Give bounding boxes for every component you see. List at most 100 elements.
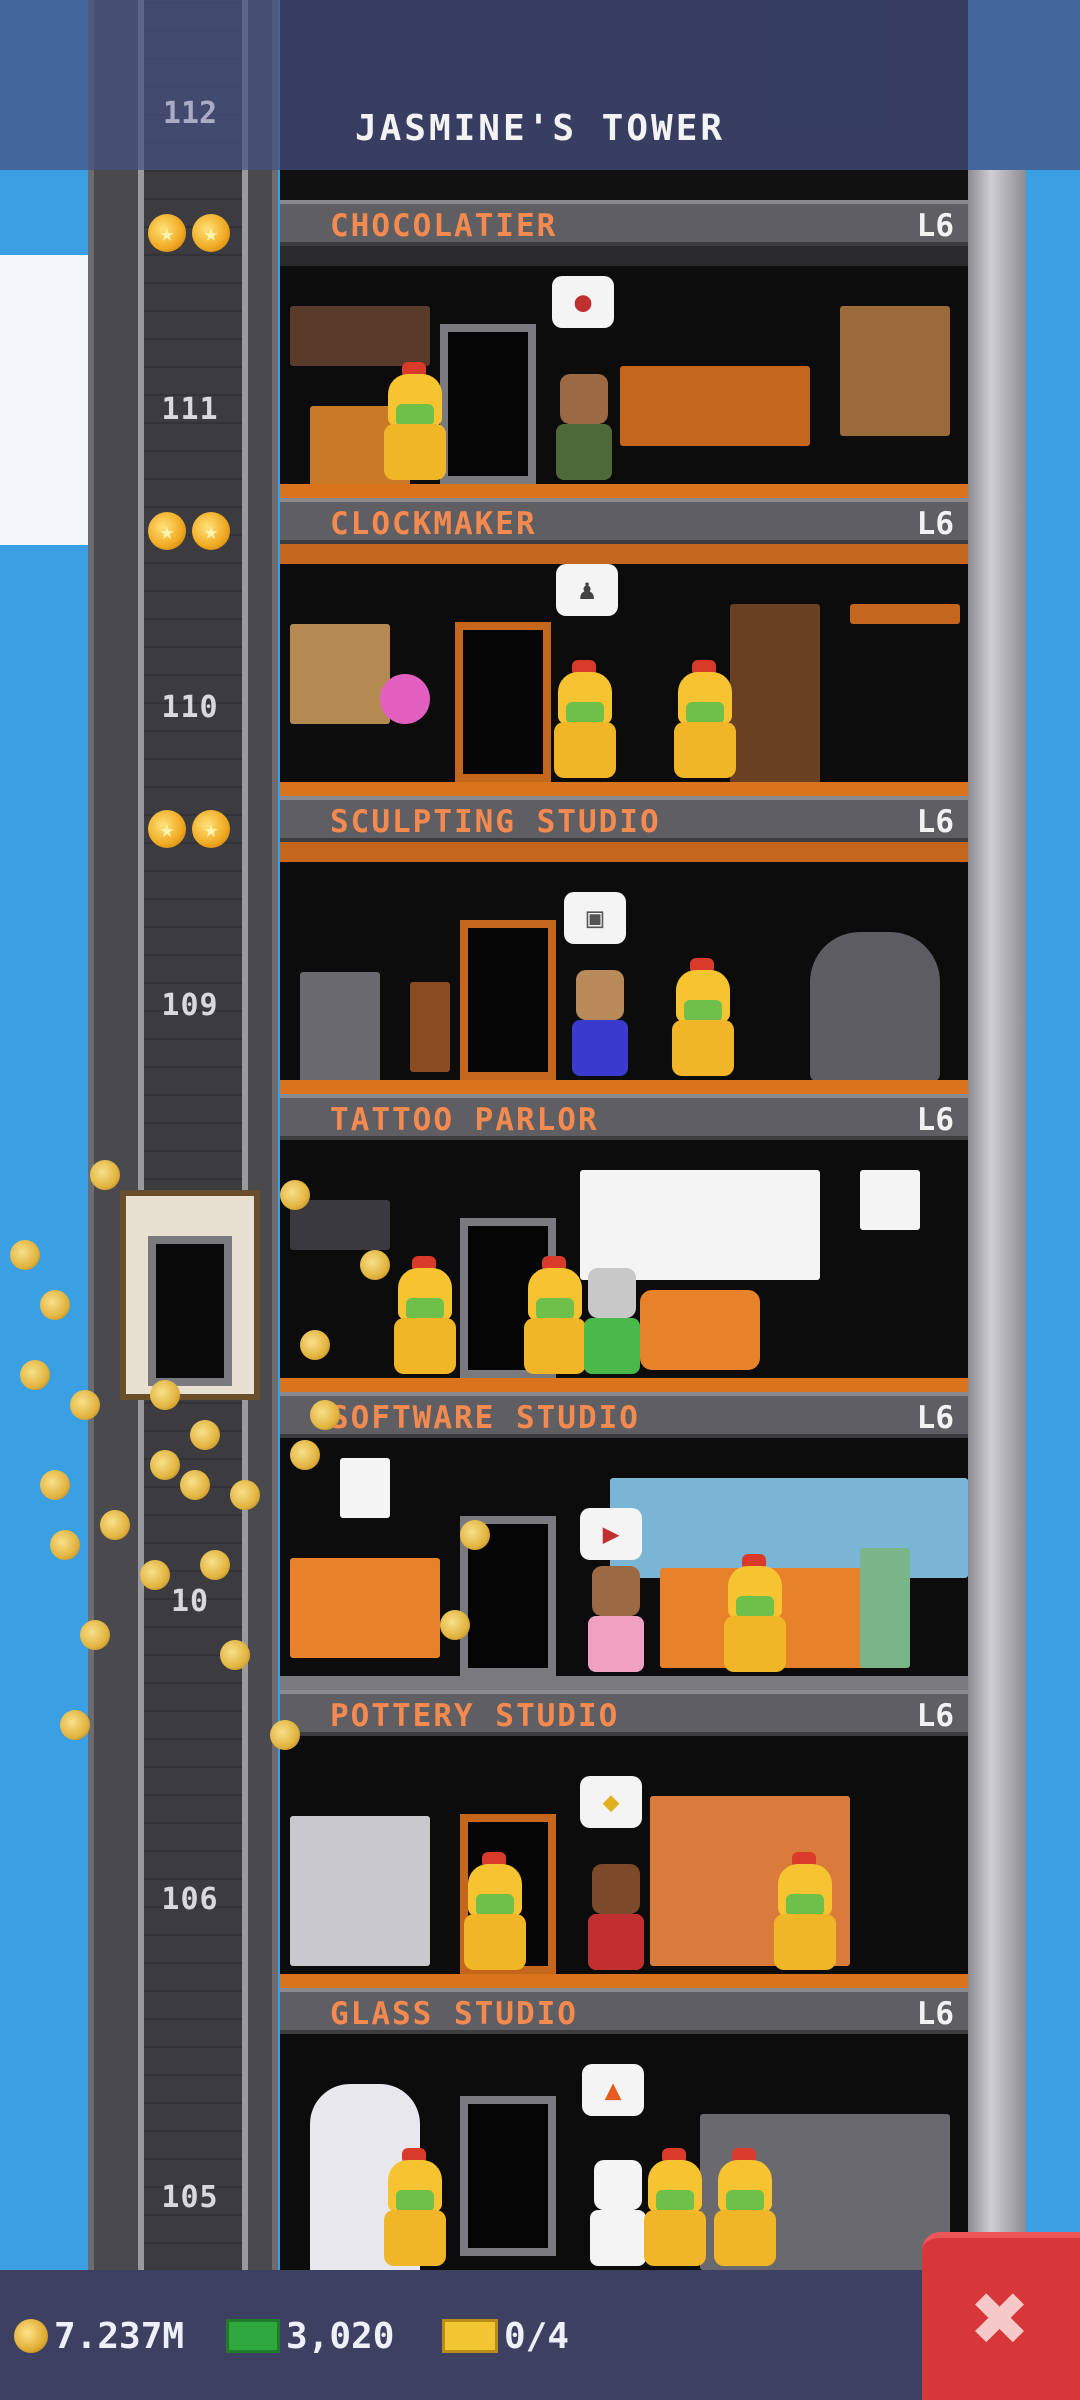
visitor[interactable] xyxy=(552,374,614,484)
ceiling xyxy=(280,246,968,266)
duck-worker[interactable] xyxy=(710,2148,780,2270)
request-bubble-icon[interactable]: ♟ xyxy=(556,564,618,616)
floor-level: L6 xyxy=(916,804,954,840)
clock-shelf xyxy=(850,604,960,624)
tool-board xyxy=(290,624,390,724)
chocolate-tank xyxy=(840,306,950,436)
floor-stars: ★ ★ xyxy=(148,214,238,254)
floor-level: L6 xyxy=(916,1996,954,2032)
room: ◆ xyxy=(280,1736,968,1988)
visitor[interactable] xyxy=(580,1268,642,1378)
request-bubble-icon[interactable]: ▣ xyxy=(564,892,626,944)
door xyxy=(455,622,551,782)
duck-worker[interactable] xyxy=(770,1852,840,1974)
floor-level: L6 xyxy=(916,506,954,542)
floorboard xyxy=(280,1378,968,1392)
floor-banner: SCULPTING STUDIO L6 xyxy=(280,796,968,842)
glazing-fridge xyxy=(290,1816,430,1966)
floor-software-studio[interactable]: SOFTWARE STUDIO L6 ▶ xyxy=(280,1392,968,1690)
floor-number: 106 xyxy=(161,1882,219,1917)
floor-number: 105 xyxy=(161,2180,219,2215)
floor-chocolatier[interactable]: CHOCOLATIER L6 ● xyxy=(280,200,968,498)
tattoo-designs-board xyxy=(580,1170,820,1280)
duck-worker[interactable] xyxy=(720,1554,790,1676)
duck-worker[interactable] xyxy=(460,1852,530,1974)
elevator-car[interactable] xyxy=(120,1190,260,1400)
floorboard xyxy=(280,484,968,498)
visitor[interactable] xyxy=(584,1864,646,1974)
floorboard xyxy=(280,1974,968,1988)
door xyxy=(460,920,556,1080)
chocolate-shelf xyxy=(290,306,430,366)
floor-banner: CHOCOLATIER L6 xyxy=(280,200,968,246)
chocolate-bubble-icon[interactable]: ● xyxy=(552,276,614,328)
star-icon: ★ xyxy=(192,214,230,252)
bust-sculpture xyxy=(300,972,380,1082)
room xyxy=(280,1140,968,1392)
floor-banner: POTTERY STUDIO L6 xyxy=(280,1690,968,1736)
desk xyxy=(290,1558,440,1658)
tickets-value: 0/4 xyxy=(504,2315,570,2357)
duck-worker[interactable] xyxy=(380,2148,450,2270)
tickets-stat[interactable]: 0/4 xyxy=(442,2308,569,2364)
close-button[interactable]: ✖ xyxy=(922,2232,1080,2400)
floor-name: SCULPTING STUDIO xyxy=(330,804,661,840)
elevator-door xyxy=(148,1236,232,1386)
room: ▣ xyxy=(280,842,968,1094)
tower-title: JASMINE'S TOWER xyxy=(354,108,726,149)
floor-name: TATTOO PARLOR xyxy=(330,1102,599,1138)
sofa xyxy=(640,1290,760,1370)
door xyxy=(460,2096,556,2256)
floorboard xyxy=(280,1080,968,1094)
window xyxy=(610,1478,968,1578)
floor-clockmaker[interactable]: CLOCKMAKER L6 ♟ xyxy=(280,498,968,796)
floor-level: L6 xyxy=(916,208,954,244)
coins-value: 7.237M xyxy=(54,2315,185,2357)
floor-name: CHOCOLATIER xyxy=(330,208,558,244)
bux-stat[interactable]: 3,020 xyxy=(226,2308,394,2364)
floor-sculpting-studio[interactable]: SCULPTING STUDIO L6 ▣ xyxy=(280,796,968,1094)
floor-name: SOFTWARE STUDIO xyxy=(330,1400,640,1436)
floor-banner: TATTOO PARLOR L6 xyxy=(280,1094,968,1140)
request-bubble-icon[interactable]: ▶ xyxy=(580,1508,642,1560)
floor-number: 10 xyxy=(170,1584,210,1619)
duck-worker[interactable] xyxy=(670,660,740,782)
duck-worker[interactable] xyxy=(390,1256,460,1378)
room: ● xyxy=(280,246,968,498)
visitor[interactable] xyxy=(568,970,630,1080)
tattoo-design xyxy=(860,1170,920,1230)
bux-value: 3,020 xyxy=(286,2315,395,2357)
door xyxy=(440,324,536,484)
room: ▲ xyxy=(280,2034,968,2270)
request-bubble-icon[interactable]: ◆ xyxy=(580,1776,642,1828)
coins-stat[interactable]: 7.237M xyxy=(14,2308,184,2364)
ceiling xyxy=(280,842,968,862)
duck-worker[interactable] xyxy=(640,2148,710,2270)
floor-stars: ★ ★ xyxy=(148,512,238,552)
coin-icon xyxy=(14,2319,48,2353)
floor-glass-studio[interactable]: GLASS STUDIO L6 ▲ xyxy=(280,1988,968,2270)
floor-tattoo-parlor[interactable]: TATTOO PARLOR L6 xyxy=(280,1094,968,1392)
floor-number: 111 xyxy=(161,392,219,427)
request-bubble-icon[interactable]: ▲ xyxy=(582,2064,644,2116)
visitor[interactable] xyxy=(584,1566,646,1676)
floor-banner: CLOCKMAKER L6 xyxy=(280,498,968,544)
star-icon: ★ xyxy=(148,810,186,848)
floor-banner: GLASS STUDIO L6 xyxy=(280,1988,968,2034)
floor-banner: SOFTWARE STUDIO L6 xyxy=(280,1392,968,1438)
floor-level: L6 xyxy=(916,1698,954,1734)
visitor[interactable] xyxy=(586,2160,648,2270)
ceiling xyxy=(280,544,968,564)
statue xyxy=(810,932,940,1082)
star-icon: ★ xyxy=(148,214,186,252)
duck-worker[interactable] xyxy=(380,362,450,484)
floor-name: GLASS STUDIO xyxy=(330,1996,578,2032)
star-icon: ★ xyxy=(192,512,230,550)
star-icon: ★ xyxy=(148,512,186,550)
status-bar: 7.237M 3,020 0/4 xyxy=(0,2270,1080,2400)
duck-worker[interactable] xyxy=(668,958,738,1080)
duck-worker[interactable] xyxy=(550,660,620,782)
floor-pottery-studio[interactable]: POTTERY STUDIO L6 ◆ xyxy=(280,1690,968,1988)
tower-header: 112 JASMINE'S TOWER xyxy=(0,0,1080,170)
room: ♟ xyxy=(280,544,968,796)
